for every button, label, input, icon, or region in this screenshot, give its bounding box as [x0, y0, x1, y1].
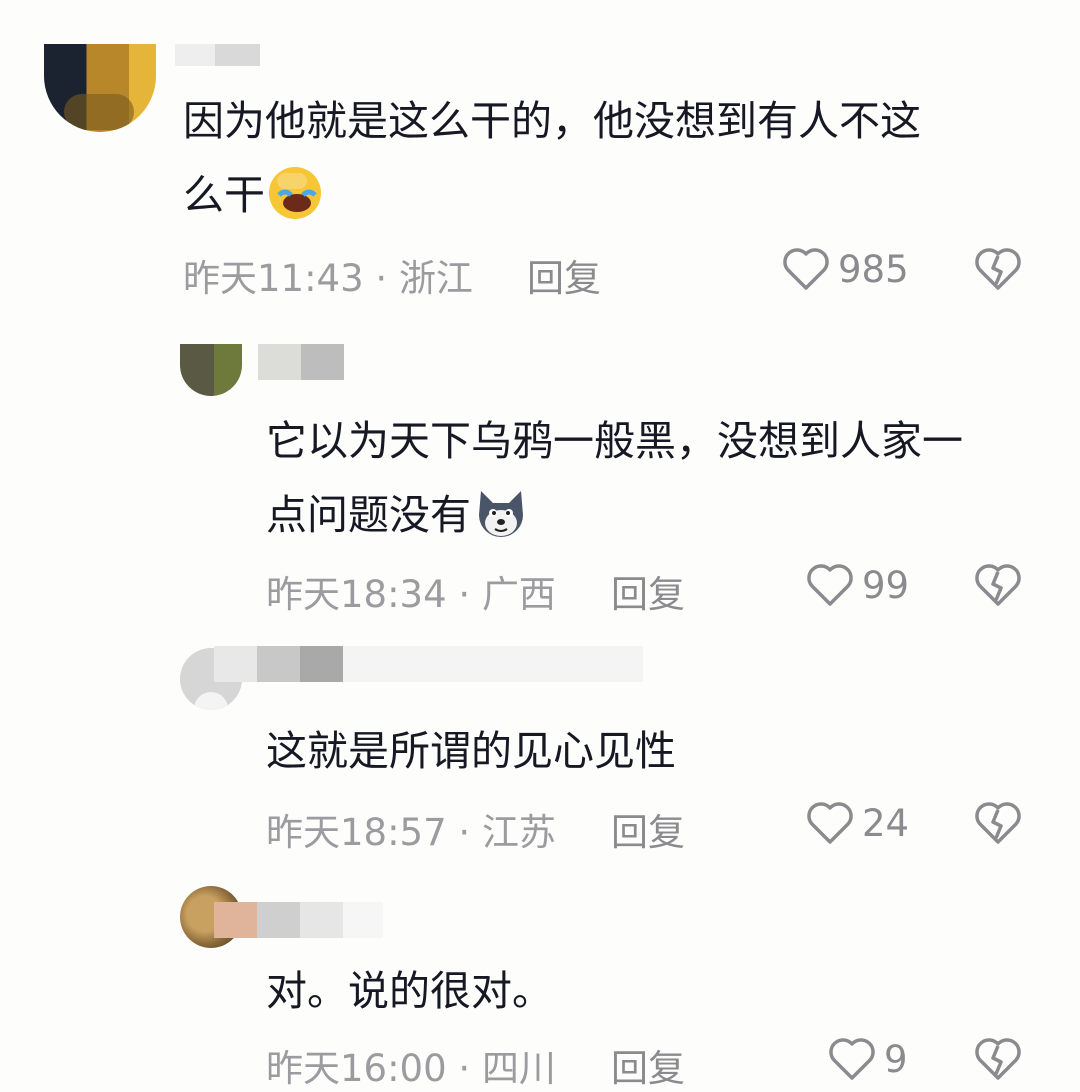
comment-text: 对。说的很对。 — [266, 967, 553, 1015]
heart-icon — [782, 246, 830, 292]
comment-meta: 昨天16:00 · 四川 — [266, 1047, 556, 1090]
like-count: 985 — [838, 247, 909, 291]
like-button[interactable]: 985 — [782, 246, 909, 292]
comment-time: 昨天16:00 — [266, 1047, 447, 1090]
dislike-button[interactable] — [974, 1036, 1022, 1082]
like-button[interactable]: 99 — [806, 562, 909, 608]
reply-button[interactable]: 回复 — [611, 1038, 685, 1092]
like-count: 24 — [862, 801, 910, 845]
comment-location: 江苏 — [481, 811, 556, 854]
username-mosaic[interactable] — [258, 344, 344, 380]
comment-text: 因为他就是这么干的，他没想到有人不这 么干 — [183, 97, 921, 221]
like-button[interactable]: 24 — [806, 800, 909, 846]
comment-location: 四川 — [481, 1047, 556, 1090]
username-mosaic[interactable] — [175, 44, 260, 66]
comment-meta: 昨天11:43 · 浙江 — [183, 257, 473, 300]
dislike-button[interactable] — [974, 246, 1022, 292]
comment-text: 它以为天下乌鸦一般黑，没想到人家一 点问题没有 — [266, 417, 963, 541]
reply-button[interactable]: 回复 — [527, 248, 601, 302]
broken-heart-icon — [974, 246, 1022, 292]
comment-location: 广西 — [481, 573, 556, 616]
comment-item: 因为他就是这么干的，他没想到有人不这 么干 昨天11:43 · 浙江 回复 98… — [0, 0, 1080, 310]
like-button[interactable]: 9 — [828, 1036, 908, 1082]
comment-time: 昨天18:34 — [266, 573, 447, 616]
comment-meta: 昨天18:34 · 广西 — [266, 573, 556, 616]
broken-heart-icon — [974, 562, 1022, 608]
like-count: 99 — [862, 563, 910, 607]
heart-icon — [828, 1036, 876, 1082]
broken-heart-icon — [974, 1036, 1022, 1082]
avatar[interactable] — [44, 44, 156, 132]
husky-dog-emoji — [473, 485, 529, 541]
comment-item: 这就是所谓的见心见性 昨天18:57 · 江苏 回复 24 — [0, 640, 1080, 880]
avatar[interactable] — [180, 344, 242, 396]
heart-icon — [806, 800, 854, 846]
comment-text: 这就是所谓的见心见性 — [266, 727, 676, 775]
like-count: 9 — [884, 1037, 908, 1081]
comment-location: 浙江 — [398, 257, 473, 300]
reply-button[interactable]: 回复 — [611, 564, 685, 618]
reply-button[interactable]: 回复 — [611, 802, 685, 856]
username-mosaic[interactable] — [214, 902, 383, 938]
comment-item: 对。说的很对。 昨天16:00 · 四川 回复 9 — [0, 880, 1080, 1090]
dislike-button[interactable] — [974, 562, 1022, 608]
facepalm-laugh-emoji — [267, 165, 323, 221]
comment-time: 昨天18:57 — [266, 811, 447, 854]
comment-item: 它以为天下乌鸦一般黑，没想到人家一 点问题没有 昨天18:34 · 广西 回复 … — [0, 330, 1080, 630]
dislike-button[interactable] — [974, 800, 1022, 846]
broken-heart-icon — [974, 800, 1022, 846]
comment-time: 昨天11:43 — [183, 257, 364, 300]
username-mosaic[interactable] — [214, 646, 643, 682]
heart-icon — [806, 562, 854, 608]
comment-meta: 昨天18:57 · 江苏 — [266, 811, 556, 854]
